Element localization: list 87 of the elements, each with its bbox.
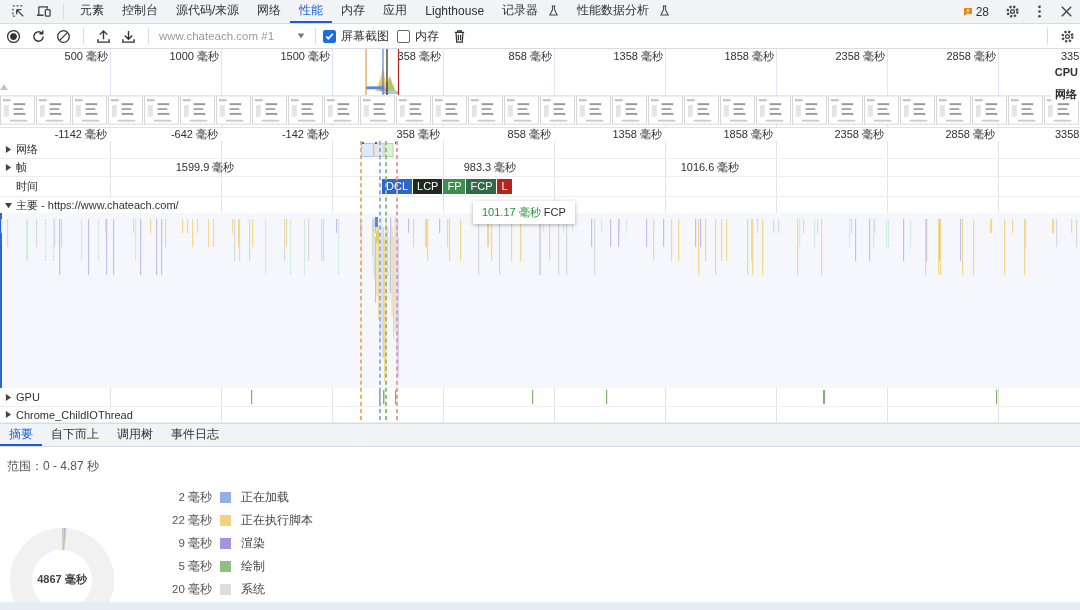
panel-tab[interactable]: Lighthouse [416,0,494,23]
time-tick: 3358 [1055,128,1080,140]
trash-icon[interactable] [452,28,467,44]
time-tick: 1858 毫秒 [724,50,774,62]
record-icon[interactable] [6,28,21,44]
time-tick: -1142 毫秒 [54,128,107,140]
panel-tab[interactable]: 性能数据分析 [568,0,680,23]
inspect-icon[interactable] [11,4,26,19]
settings-icon[interactable] [1060,28,1075,44]
time-tick: 2358 毫秒 [834,128,884,140]
category-name: 渲染 [241,535,265,551]
track-label[interactable]: Chrome_ChildIOThread [16,408,135,421]
time-tick: 1358 毫秒 [613,50,663,62]
reload-icon[interactable] [31,28,46,44]
expand-arrow-icon[interactable] [5,411,12,418]
details-tab[interactable]: 自下而上 [42,424,108,446]
caret-icon [297,32,305,40]
category-time: 20 毫秒 [171,581,212,597]
category-name: 系统 [241,581,265,597]
category-time: 2 毫秒 [177,489,212,505]
time-tick: -142 毫秒 [281,128,329,140]
check-icon [324,30,335,42]
screenshots-checkbox[interactable]: 屏幕截图 [323,24,389,48]
cpu-activity-drawing [0,84,8,90]
track-label[interactable]: 主要 - https://www.chateach.com/ [16,197,181,213]
time-tick: -642 毫秒 [170,128,218,140]
time-tick: 2858 毫秒 [945,128,995,140]
time-tick: 858 毫秒 [508,50,552,62]
panel-tab[interactable]: 元素 [71,0,113,23]
panel-tab[interactable]: 控制台 [113,0,167,23]
close-icon[interactable] [1059,4,1074,19]
timing-marker[interactable]: L [497,179,512,194]
panel-tab[interactable]: 应用 [374,0,417,23]
expand-arrow-icon[interactable] [5,146,12,153]
range-text: 范围：0 - 4.87 秒 [7,458,101,475]
category-name: 绘制 [241,558,265,574]
category-time: 5 毫秒 [177,558,212,574]
expand-arrow-icon[interactable] [5,164,12,171]
time-tick: 858 毫秒 [507,128,551,140]
panel-tab[interactable]: 记录器 [493,0,569,23]
timing-marker[interactable]: DCL [382,179,412,194]
lane-label: 网络 [1050,87,1080,101]
time-tick: 358 毫秒 [396,128,440,140]
time-tick: 1858 毫秒 [723,128,773,140]
expand-arrow-icon[interactable] [5,201,12,209]
track-label: 时间 [16,179,39,194]
upload-icon[interactable] [96,28,111,44]
track-label[interactable]: 网络 [16,142,40,157]
settings-icon[interactable] [1005,4,1020,19]
frame-duration: 983.3 毫秒 [463,161,517,173]
expand-arrow-icon[interactable] [5,393,12,401]
panel-tab[interactable]: 内存 [332,0,375,23]
flask-icon [548,5,560,16]
flask-icon [659,5,671,16]
time-tick: 500 毫秒 [64,50,108,62]
timing-marker[interactable]: FP [443,179,466,194]
device-icon[interactable] [36,4,51,19]
download-icon[interactable] [121,28,136,44]
time-tick: 335 [1061,50,1080,62]
panel-tab[interactable]: 性能 [290,0,333,23]
time-tick: 2358 毫秒 [835,50,885,62]
time-tick: 358 毫秒 [397,50,441,62]
time-tick: 1358 毫秒 [612,128,662,140]
clear-icon[interactable] [56,28,71,44]
total-time: 4867 毫秒 [36,572,88,587]
cpu-activity-drawing [365,49,400,95]
track-label[interactable]: GPU [16,391,42,403]
timing-marker[interactable]: LCP [413,179,443,194]
frame-duration: 1599.9 毫秒 [175,161,235,173]
details-tab[interactable]: 调用树 [108,424,162,446]
category-name: 正在执行脚本 [241,512,313,528]
timing-marker[interactable]: FCP [466,179,497,194]
time-tick: 2858 毫秒 [946,50,996,62]
issues-count[interactable]: 28 [975,4,989,19]
panel-tab[interactable]: 源代码/来源 [167,0,249,23]
details-tab[interactable]: 摘要 [0,424,42,446]
track-label[interactable]: 帧 [16,160,29,175]
details-tab[interactable]: 事件日志 [162,424,228,446]
frame-duration: 1016.6 毫秒 [680,161,740,173]
category-time: 22 毫秒 [171,512,212,528]
memory-checkbox[interactable]: 内存 [397,24,439,48]
panel-tab[interactable]: 网络 [248,0,291,23]
time-tick: 1500 毫秒 [280,50,330,62]
time-tick: 1000 毫秒 [169,50,219,62]
category-name: 正在加载 [241,489,289,505]
category-time: 9 毫秒 [177,535,212,551]
tooltip: 101.17 毫秒 FCP [473,201,575,224]
